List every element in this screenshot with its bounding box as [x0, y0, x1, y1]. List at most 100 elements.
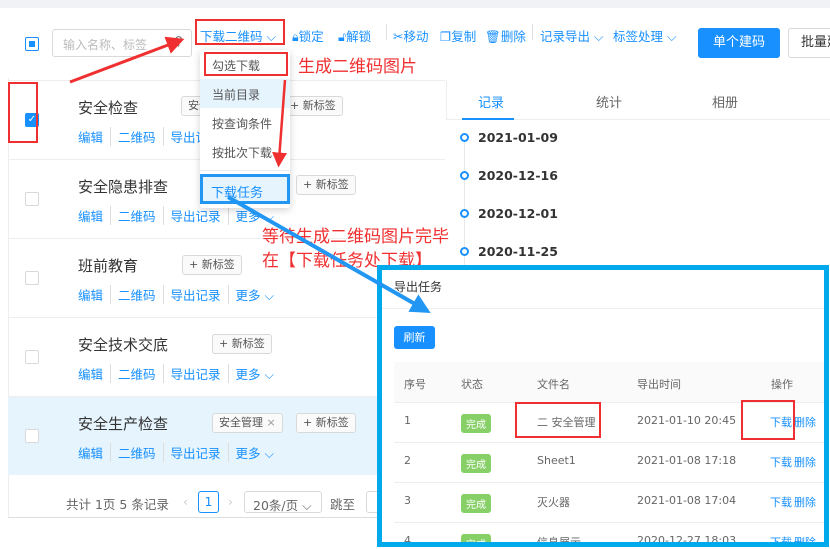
search-placeholder: 输入名称、标签 [63, 38, 148, 52]
tab-records[interactable]: 记录 [478, 92, 504, 111]
file-name: 信息展示 [537, 536, 581, 547]
row-no: 2 [404, 454, 411, 467]
more-label: 更多 [235, 209, 261, 224]
export-records-link[interactable]: 导出记录 [162, 285, 228, 304]
status-badge: 完成 [461, 534, 491, 542]
row-no: 1 [404, 414, 411, 427]
remove-tag-icon[interactable]: × [267, 416, 276, 429]
more-dropdown[interactable]: 更多 ⌵ [227, 364, 281, 383]
export-records-dropdown[interactable]: 记录导出 ⌵ [540, 26, 603, 45]
table-row: 4 完成 信息展示 2020-12-27 18:03 下载 删除 [394, 522, 824, 547]
delete-link[interactable]: 删除 [794, 534, 816, 542]
export-time: 2021-01-10 20:45 [637, 414, 737, 427]
status-badge: 完成 [461, 494, 491, 513]
menu-item-by-query[interactable]: 按查询条件 [200, 108, 290, 137]
qr-link[interactable]: 二维码 [110, 127, 163, 146]
refresh-button[interactable]: 刷新 [394, 326, 435, 349]
new-tag-button[interactable]: + 新标签 [283, 96, 343, 116]
status-badge: 完成 [461, 454, 491, 473]
annotation-generate: 生成二维码图片 [298, 57, 417, 77]
qr-link[interactable]: 二维码 [110, 364, 163, 383]
active-tab-indicator [462, 118, 514, 120]
col-actions: 操作 [771, 378, 793, 391]
tab-stats[interactable]: 统计 [596, 92, 622, 111]
row-title: 安全隐患排查 [78, 178, 169, 196]
delete-link[interactable]: 删除 [794, 454, 816, 470]
divider [200, 170, 290, 171]
annotation-wait-line1: 等待生成二维码图片完毕 [262, 227, 449, 247]
unlock-icon: 🔓︎ [338, 29, 347, 44]
download-link[interactable]: 下载 [770, 494, 792, 510]
timeline-date[interactable]: 2020-12-01 [478, 206, 558, 221]
qr-link[interactable]: 二维码 [110, 285, 163, 304]
search-input[interactable]: 输入名称、标签 ⚲ [52, 29, 192, 57]
lock-label: 锁定 [298, 29, 324, 44]
row-checkbox[interactable] [25, 429, 39, 443]
jump-label: 跳至 [330, 497, 356, 512]
unlock-button[interactable]: 🔓︎解锁 [338, 26, 371, 45]
qr-link[interactable]: 二维码 [110, 206, 163, 225]
page-size-value: 20条/页 [253, 498, 299, 513]
delete-button[interactable]: 🗑︎删除 [485, 26, 526, 45]
new-tag-button[interactable]: + 新标签 [212, 334, 272, 354]
file-name: 灭火器 [537, 496, 570, 509]
menu-item-by-batch[interactable]: 按批次下载 [200, 137, 290, 166]
annotation-box [204, 52, 288, 76]
single-create-button[interactable]: 单个建码 [698, 28, 780, 58]
prev-page-button[interactable]: ‹ [183, 494, 188, 509]
tag-ops-label: 标签处理 [613, 29, 664, 44]
more-label: 更多 [235, 446, 261, 461]
edit-link[interactable]: 编辑 [78, 443, 110, 462]
timeline-dot-icon [460, 209, 469, 218]
edit-link[interactable]: 编辑 [78, 285, 110, 304]
export-records-link[interactable]: 导出记录 [162, 364, 228, 383]
popup-title: 导出任务 [394, 280, 443, 294]
menu-item-current-dir[interactable]: 当前目录 [200, 79, 290, 108]
timeline-date[interactable]: 2020-12-16 [478, 168, 558, 183]
row-checkbox[interactable] [25, 192, 39, 206]
new-tag-button[interactable]: + 新标签 [182, 255, 242, 275]
tag-chip: 安全管理 × [212, 413, 283, 433]
page-1-button[interactable]: 1 [198, 491, 219, 513]
batch-create-button[interactable]: 批量建 [788, 28, 830, 58]
qr-link[interactable]: 二维码 [110, 443, 163, 462]
export-time: 2020-12-27 18:03 [637, 534, 737, 547]
download-link[interactable]: 下载 [770, 454, 792, 470]
select-all-checkbox[interactable] [25, 37, 39, 51]
export-records-link[interactable]: 导出记录 [162, 443, 228, 462]
export-label: 记录导出 [540, 29, 591, 44]
menu-item-download-tasks[interactable]: 下载任务 [200, 174, 290, 204]
search-icon[interactable]: ⚲ [174, 34, 183, 48]
export-time: 2021-01-08 17:04 [637, 494, 737, 507]
more-dropdown[interactable]: 更多 ⌵ [227, 443, 281, 462]
new-tag-button[interactable]: + 新标签 [296, 413, 356, 433]
delete-link[interactable]: 删除 [794, 494, 816, 510]
lock-button[interactable]: 🔒︎锁定 [292, 26, 324, 45]
export-records-link[interactable]: 导出记录 [162, 206, 228, 225]
timeline-date[interactable]: 2020-11-25 [478, 244, 558, 259]
move-button[interactable]: ✂移动 [393, 26, 429, 45]
scissors-icon: ✂ [393, 29, 404, 44]
timeline-date[interactable]: 2021-01-09 [478, 130, 558, 145]
more-dropdown[interactable]: 更多 ⌵ [227, 206, 281, 225]
page-size-select[interactable]: 20条/页 ⌵ [244, 491, 322, 513]
timeline-dot-icon [460, 171, 469, 180]
copy-button[interactable]: ❐复制 [440, 26, 476, 45]
download-link[interactable]: 下载 [770, 534, 792, 542]
trash-icon: 🗑︎ [485, 29, 501, 44]
next-page-button[interactable]: › [228, 494, 233, 509]
table-header [394, 362, 824, 402]
edit-link[interactable]: 编辑 [78, 127, 110, 146]
row-checkbox[interactable] [25, 271, 39, 285]
annotation-box [8, 82, 38, 143]
tab-album[interactable]: 相册 [712, 92, 738, 111]
edit-link[interactable]: 编辑 [78, 364, 110, 383]
more-dropdown[interactable]: 更多 ⌵ [227, 285, 281, 304]
annotation-box [195, 19, 285, 45]
row-title: 安全生产检查 [78, 415, 169, 433]
delete-link[interactable]: 删除 [794, 414, 816, 430]
row-checkbox[interactable] [25, 350, 39, 364]
tag-ops-dropdown[interactable]: 标签处理 ⌵ [613, 26, 676, 45]
new-tag-button[interactable]: + 新标签 [296, 175, 356, 195]
edit-link[interactable]: 编辑 [78, 206, 110, 225]
